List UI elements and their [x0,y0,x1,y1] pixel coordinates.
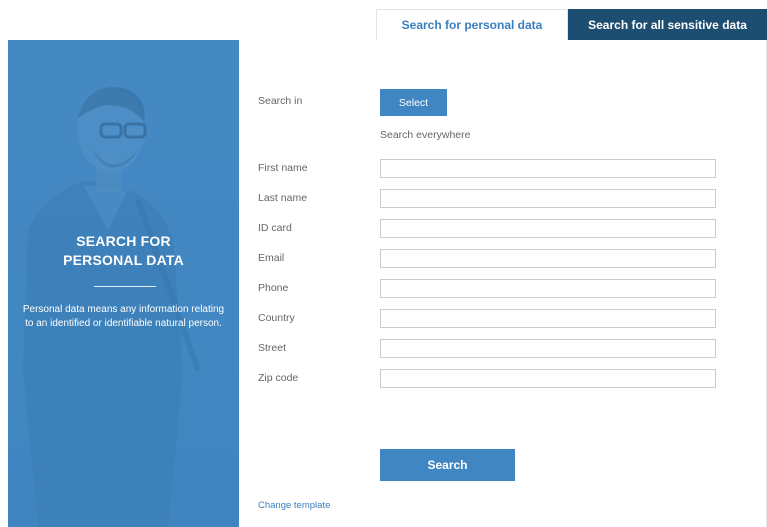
email-input[interactable] [380,249,716,268]
tab-personal-data[interactable]: Search for personal data [376,9,568,40]
hero-panel: SEARCH FOR PERSONAL DATA Personal data m… [8,40,239,527]
change-template-link[interactable]: Change template [258,500,330,511]
first-name-input[interactable] [380,159,716,178]
tab-sensitive-data[interactable]: Search for all sensitive data [568,9,767,40]
hero-description-line-2: to an identified or identifiable natural… [25,318,222,329]
search-button[interactable]: Search [380,449,515,481]
search-in-label: Search in [258,95,303,107]
first-name-label: First name [258,162,308,174]
hero-title-line-1: SEARCH FOR [76,233,171,249]
street-label: Street [258,342,287,354]
tab-sensitive-data-label: Search for all sensitive data [588,17,747,32]
phone-label: Phone [258,282,289,294]
select-button[interactable]: Select [380,89,447,116]
country-label: Country [258,312,295,324]
hero-title-line-2: PERSONAL DATA [63,252,184,268]
hero-divider [94,286,156,287]
email-label: Email [258,252,285,264]
hero-description-line-1: Personal data means any information rela… [22,304,225,315]
tab-personal-data-label: Search for personal data [401,18,543,32]
zip-code-input[interactable] [380,369,716,388]
id-card-input[interactable] [380,219,716,238]
phone-input[interactable] [380,279,716,298]
id-card-label: ID card [258,222,292,234]
search-scope-text: Search everywhere [380,129,471,141]
hero-title: SEARCH FOR PERSONAL DATA [8,232,239,270]
country-input[interactable] [380,309,716,328]
person-silhouette-image [8,40,239,527]
hero-description: Personal data means any information rela… [8,303,239,331]
zip-code-label: Zip code [258,372,299,384]
last-name-input[interactable] [380,189,716,208]
street-input[interactable] [380,339,716,358]
last-name-label: Last name [258,192,308,204]
